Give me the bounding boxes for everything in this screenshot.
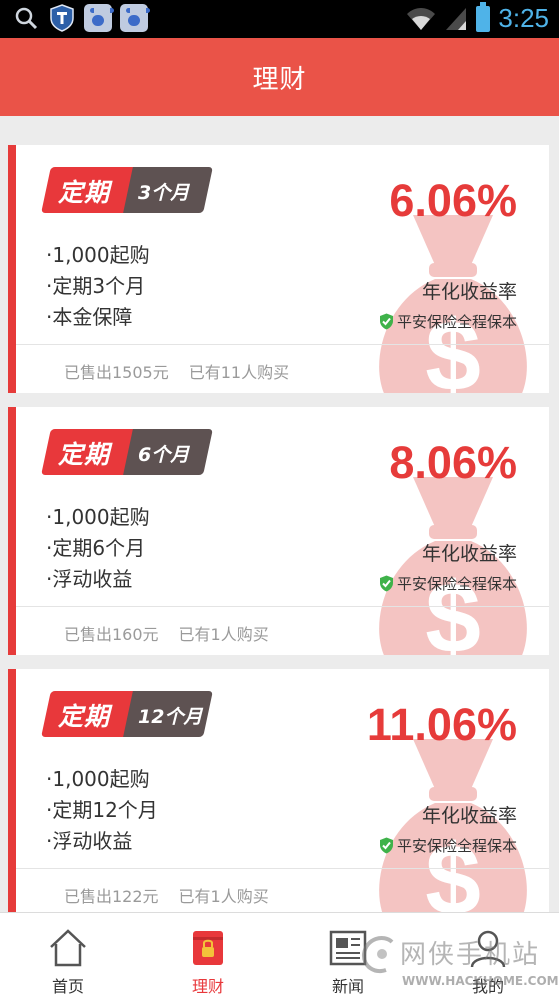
term-badge: 定期 12个月 xyxy=(41,691,213,737)
feature-list: ·1,000起购 ·定期12个月 ·浮动收益 xyxy=(46,764,158,857)
buyer-count: 已有1人购买 xyxy=(178,625,269,644)
feature-list: ·1,000起购 ·定期3个月 ·本金保障 xyxy=(46,240,150,333)
rate-label: 年化收益率 xyxy=(421,805,517,827)
home-icon xyxy=(50,929,86,967)
feature-item: ·定期6个月 xyxy=(46,536,146,560)
badge-type: 定期 xyxy=(58,440,111,469)
finance-icon xyxy=(193,931,223,965)
tab-home[interactable]: 首页 xyxy=(18,913,118,1002)
rate-label: 年化收益率 xyxy=(421,281,517,303)
feature-item: ·定期3个月 xyxy=(46,274,146,298)
insurance-text: 平安保险全程保本 xyxy=(396,837,517,855)
badge-term: 3个月 xyxy=(138,182,190,204)
buyer-count: 已有1人购买 xyxy=(178,887,269,906)
tab-label: 首页 xyxy=(51,977,84,996)
buyer-count: 已有11人购买 xyxy=(188,363,290,382)
rate-label: 年化收益率 xyxy=(421,543,517,565)
badge-term: 12个月 xyxy=(138,706,203,728)
shield-check-icon xyxy=(379,575,393,592)
badge-type: 定期 xyxy=(58,702,111,731)
watermark-url: WWW.HACKHOME.COM xyxy=(402,974,559,988)
feature-list: ·1,000起购 ·定期6个月 ·浮动收益 xyxy=(46,502,150,595)
term-badge: 定期 6个月 xyxy=(41,429,213,475)
page-title: 理财 xyxy=(252,64,307,95)
sales-stats: 已售出122元 已有1人购买 xyxy=(64,883,269,907)
product-card[interactable]: $ 定期 3个月 6.06% ·1,000起购 ·定期3个月 ·本金保障 年化收… xyxy=(8,145,549,393)
feature-item: ·浮动收益 xyxy=(46,829,133,853)
sold-amount: 已售出1505元 xyxy=(64,363,169,382)
insurance-text: 平安保险全程保本 xyxy=(396,313,517,331)
clock: 3:25 xyxy=(498,3,549,33)
feature-item: ·1,000起购 xyxy=(46,505,150,529)
product-card[interactable]: $ 定期 6个月 8.06% ·1,000起购 ·定期6个月 ·浮动收益 年化收… xyxy=(8,407,549,655)
system-icons: 3:25 xyxy=(406,1,549,34)
sales-stats: 已售出1505元 已有11人购买 xyxy=(64,359,289,383)
feature-item: ·浮动收益 xyxy=(46,567,133,591)
battery-icon xyxy=(476,1,491,32)
notification-icons xyxy=(12,4,150,32)
tab-label: 理财 xyxy=(191,977,224,996)
app-header: 理财 xyxy=(0,38,559,116)
annual-rate: 6.06% xyxy=(389,175,517,226)
insurance-note: 平安保险全程保本 xyxy=(379,311,517,332)
sales-stats: 已售出160元 已有1人购买 xyxy=(64,621,269,645)
insurance-note: 平安保险全程保本 xyxy=(379,835,517,856)
divider xyxy=(16,344,549,345)
shield-check-icon xyxy=(379,837,393,854)
baidu-icon xyxy=(84,4,114,32)
divider xyxy=(16,868,549,869)
insurance-text: 平安保险全程保本 xyxy=(396,575,517,593)
insurance-note: 平安保险全程保本 xyxy=(379,573,517,594)
feature-item: ·1,000起购 xyxy=(46,767,150,791)
feature-item: ·定期12个月 xyxy=(46,798,158,822)
wifi-icon xyxy=(407,7,436,30)
signal-icon xyxy=(446,7,467,30)
badge-type: 定期 xyxy=(58,178,111,207)
search-icon xyxy=(12,4,40,32)
badge-term: 6个月 xyxy=(138,444,190,466)
feature-item: ·1,000起购 xyxy=(46,243,150,267)
term-badge: 定期 3个月 xyxy=(41,167,213,213)
annual-rate: 11.06% xyxy=(366,699,517,750)
shield-app-icon xyxy=(48,4,76,32)
watermark-text: 网侠手机站 xyxy=(400,940,541,970)
sold-amount: 已售出160元 xyxy=(64,625,159,644)
product-card[interactable]: $ 定期 12个月 11.06% ·1,000起购 ·定期12个月 ·浮动收益 … xyxy=(8,669,549,917)
watermark-logo-icon xyxy=(361,936,394,973)
site-watermark: 网侠手机站 WWW.HACKHOME.COM xyxy=(360,930,559,998)
annual-rate: 8.06% xyxy=(389,437,517,488)
tab-finance[interactable]: 理财 xyxy=(158,913,258,1002)
feature-item: ·本金保障 xyxy=(46,305,133,329)
divider xyxy=(16,606,549,607)
baidu-icon xyxy=(120,4,150,32)
shield-check-icon xyxy=(379,313,393,330)
sold-amount: 已售出122元 xyxy=(64,887,159,906)
status-bar: 3:25 xyxy=(0,0,559,38)
